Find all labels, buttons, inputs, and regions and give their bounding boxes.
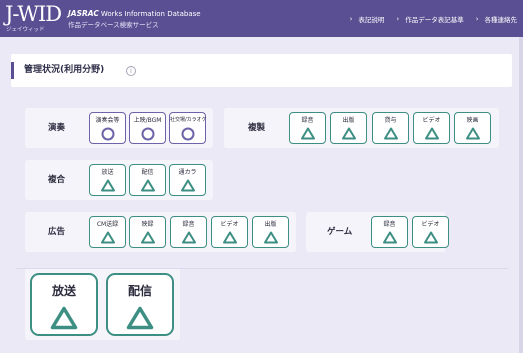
- triangle-mark-icon: [181, 231, 196, 244]
- circle-mark-icon: [181, 127, 194, 141]
- nav-label: 表記説明: [358, 16, 385, 24]
- cell-label: ビデオ: [220, 221, 239, 228]
- triangle-mark-icon: [424, 127, 439, 140]
- cell-label: 通カラ: [178, 169, 197, 176]
- triangle-mark-icon: [300, 127, 315, 140]
- status-cell: 録音: [170, 216, 207, 248]
- cell-label: 配信: [141, 169, 154, 176]
- jwid-logo[interactable]: J-WID ジェイウィッド: [5, 2, 63, 35]
- group-label: ゲーム: [327, 227, 353, 237]
- triangle-mark-icon: [465, 127, 480, 140]
- cell-label: 出版: [342, 117, 355, 124]
- cell-label: 出版: [264, 221, 277, 228]
- status-cell: 出版: [252, 216, 289, 248]
- nav-contacts[interactable]: › 各種連絡先: [476, 14, 517, 24]
- cell-label: ビデオ: [421, 221, 440, 228]
- chevron-right-icon: ›: [349, 15, 353, 23]
- cell-label: 放送: [101, 169, 114, 176]
- cell-label: 録音: [182, 221, 195, 228]
- logo-text: J-WID: [5, 2, 62, 26]
- cell-label: 上映/BGM: [133, 117, 162, 124]
- cell-label: ビデオ: [422, 117, 441, 124]
- brand-block: JASRAC Works Information Database 作品データベー…: [68, 9, 201, 30]
- triangle-mark-icon: [222, 231, 237, 244]
- status-cell: 映画: [454, 112, 491, 144]
- scrollbar[interactable]: [519, 37, 523, 353]
- status-cell: 演奏会等: [89, 112, 126, 144]
- circle-mark-icon: [141, 127, 154, 141]
- divider: [16, 268, 508, 269]
- cell-label: 社交場/カラオケ: [170, 117, 207, 123]
- status-cell: 上映/BGM: [129, 112, 166, 144]
- triangle-mark-icon: [100, 231, 115, 244]
- nav-label: 各種連絡先: [484, 16, 518, 24]
- app-header: J-WID ジェイウィッド JASRAC Works Information Da…: [0, 0, 523, 37]
- triangle-mark-icon: [180, 179, 195, 192]
- info-icon[interactable]: i: [126, 66, 136, 76]
- brand-title: Works Information Database: [100, 10, 201, 18]
- highlight-cell: 配信: [106, 273, 174, 336]
- triangle-mark-icon: [126, 306, 154, 330]
- status-cell: 録音: [371, 216, 408, 248]
- status-cell: 映録: [129, 216, 166, 248]
- status-cell: ビデオ: [413, 112, 450, 144]
- cell-label: 貸与: [384, 117, 397, 124]
- cell-label: 演奏会等: [95, 117, 120, 124]
- brand-subtitle: 作品データベース検索サービス: [68, 21, 159, 29]
- triangle-mark-icon: [423, 231, 438, 244]
- section-header: 管理状況(利用分野) i: [11, 54, 512, 87]
- logo-subtext: ジェイウィッド: [6, 27, 45, 33]
- cell-label: 映録: [141, 221, 154, 228]
- circle-mark-icon: [101, 127, 114, 141]
- status-cell: 放送: [89, 164, 126, 196]
- group-label: 複製: [248, 123, 266, 133]
- triangle-mark-icon: [382, 231, 397, 244]
- section-title: 管理状況(利用分野): [24, 65, 105, 75]
- cell-label: 配信: [127, 284, 152, 298]
- status-cell: 通カラ: [169, 164, 206, 196]
- cell-label: 放送: [51, 284, 76, 298]
- status-cell: ビデオ: [412, 216, 449, 248]
- status-cell: CM送録: [89, 216, 126, 248]
- title-accent-bar: [11, 62, 14, 79]
- status-cell: 出版: [330, 112, 367, 144]
- chevron-right-icon: ›: [475, 15, 479, 23]
- triangle-mark-icon: [50, 306, 78, 330]
- triangle-mark-icon: [140, 179, 155, 192]
- group-label: 複合: [48, 175, 66, 185]
- header-nav: › 表記説明 › 作品データ表記基準 › 各種連絡先: [350, 14, 517, 24]
- chevron-right-icon: ›: [396, 15, 400, 23]
- cell-label: 録音: [301, 117, 314, 124]
- jasrac-wordmark: JASRAC: [68, 9, 99, 18]
- status-cell: 配信: [129, 164, 166, 196]
- cell-label: 録音: [383, 221, 396, 228]
- group-label: 演奏: [48, 123, 66, 133]
- cell-label: 映画: [466, 117, 479, 124]
- triangle-mark-icon: [100, 179, 115, 192]
- triangle-mark-icon: [263, 231, 278, 244]
- cell-label: CM送録: [96, 221, 119, 228]
- status-cell: ビデオ: [211, 216, 248, 248]
- group-label: 広告: [48, 227, 66, 237]
- triangle-mark-icon: [140, 231, 155, 244]
- highlight-cell: 放送: [30, 273, 98, 336]
- nav-data-standards[interactable]: › 作品データ表記基準: [396, 14, 463, 24]
- nav-notation-guide[interactable]: › 表記説明: [350, 14, 385, 24]
- status-cell: 録音: [289, 112, 326, 144]
- triangle-mark-icon: [341, 127, 356, 140]
- status-cell: 貸与: [372, 112, 409, 144]
- triangle-mark-icon: [383, 127, 398, 140]
- status-cell: 社交場/カラオケ: [169, 112, 207, 144]
- nav-label: 作品データ表記基準: [405, 16, 464, 24]
